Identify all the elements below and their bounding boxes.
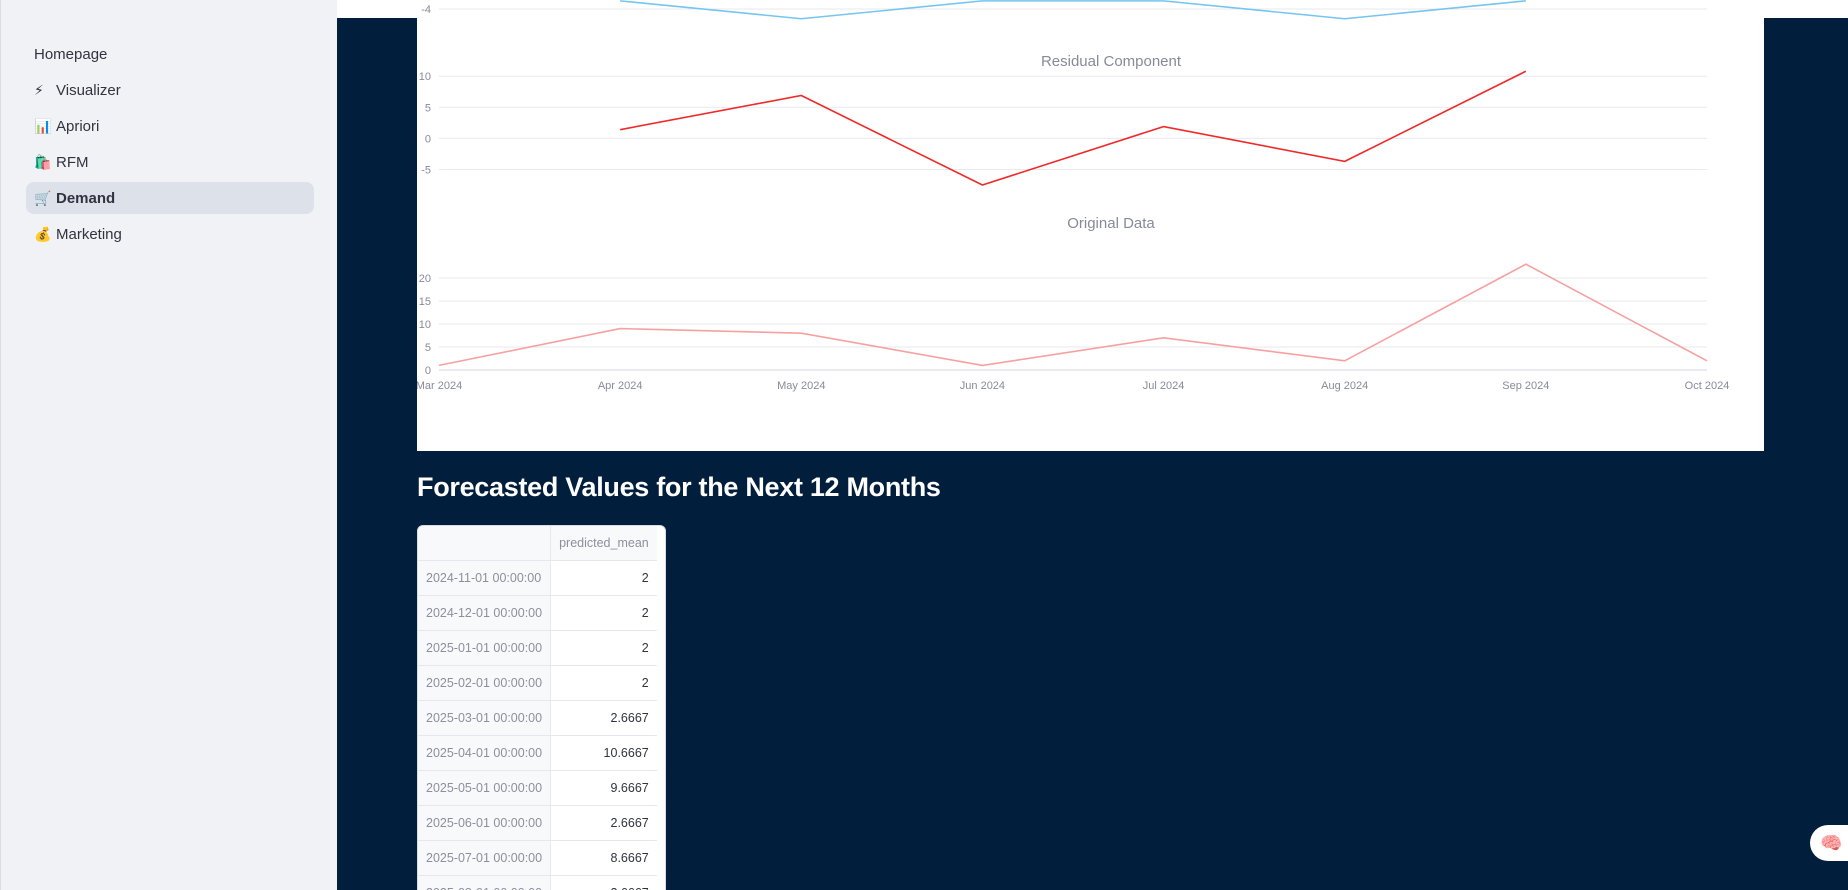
table-row[interactable]: 2025-04-01 00:00:00 10.6667 xyxy=(418,735,657,771)
brain-icon: 🧠 xyxy=(1820,832,1843,853)
sidebar-nav: Homepage ⚡ Visualizer 📊 Apriori 🛍️ RFM 🛒 Demand 💰… xyxy=(26,38,314,254)
y-tick-label: 5 xyxy=(425,102,431,114)
row-index-date: 2025-02-01 00:00:00 xyxy=(418,665,552,701)
forecast-table[interactable]: predicted_mean 2024-11-01 00:00:00 2 2024-… xyxy=(417,525,666,890)
sidebar-item-label: Demand xyxy=(56,189,116,207)
sidebar-item-label: Visualizer xyxy=(56,81,121,99)
y-tick-label: -5 xyxy=(421,164,431,176)
y-tick-label: 5 xyxy=(425,342,431,354)
sidebar-item-label: RFM xyxy=(56,153,89,171)
x-tick-label: Sep 2024 xyxy=(1502,380,1549,392)
decomposition-chart[interactable]: -4 Residual Component 10 5 0 -5 Original Data 2… xyxy=(417,0,1764,451)
row-predicted-mean: 2 xyxy=(550,560,657,596)
sidebar-item-marketing[interactable]: 💰 Marketing xyxy=(26,218,314,250)
table-row[interactable]: 2025-07-01 00:00:00 8.6667 xyxy=(418,840,657,876)
row-predicted-mean: 2 xyxy=(550,630,657,666)
column-header-predicted-mean[interactable]: predicted_mean xyxy=(550,526,657,561)
sidebar-item-rfm[interactable]: 🛍️ RFM xyxy=(26,146,314,178)
row-predicted-mean: 8.6667 xyxy=(550,840,657,876)
row-index-date: 2025-04-01 00:00:00 xyxy=(418,735,552,771)
row-index-date: 2025-07-01 00:00:00 xyxy=(418,840,552,876)
series-line xyxy=(619,70,1527,186)
sidebar-item-emoji-icon: 🛍️ xyxy=(34,153,52,170)
sidebar-item-emoji-icon: 💰 xyxy=(34,225,52,242)
x-tick-label: Oct 2024 xyxy=(1685,380,1730,392)
x-tick-label: Jul 2024 xyxy=(1143,380,1185,392)
sidebar-item-apriori[interactable]: 📊 Apriori xyxy=(26,110,314,142)
sidebar-item-label: Marketing xyxy=(56,225,122,243)
table-row[interactable]: 2025-06-01 00:00:00 2.6667 xyxy=(418,805,657,841)
sidebar: Homepage ⚡ Visualizer 📊 Apriori 🛍️ RFM 🛒 Demand 💰… xyxy=(0,0,337,890)
row-index-date: 2024-12-01 00:00:00 xyxy=(418,595,552,631)
chart-subtitle: Original Data xyxy=(1067,215,1155,232)
table-row[interactable]: 2025-05-01 00:00:00 9.6667 xyxy=(418,770,657,806)
x-tick-label: Aug 2024 xyxy=(1321,380,1368,392)
row-predicted-mean: 2.6667 xyxy=(550,805,657,841)
row-index-date: 2025-05-01 00:00:00 xyxy=(418,770,552,806)
sidebar-item-emoji-icon: 🛒 xyxy=(34,189,52,206)
y-tick-label: 15 xyxy=(419,296,431,308)
x-tick-label: May 2024 xyxy=(777,380,825,392)
table-row[interactable]: 2025-01-01 00:00:00 2 xyxy=(418,630,657,666)
x-tick-label: Mar 2024 xyxy=(417,380,462,392)
forecast-title: Forecasted Values for the Next 12 Months xyxy=(417,472,941,502)
y-tick-label: 10 xyxy=(419,319,431,331)
y-tick-label: 0 xyxy=(425,133,431,145)
main-content: -4 Residual Component 10 5 0 -5 Original Data 2… xyxy=(337,0,1848,890)
y-tick-label: -4 xyxy=(421,4,431,16)
sidebar-item-emoji-icon: 📊 xyxy=(34,117,52,134)
table-row[interactable]: 2025-03-01 00:00:00 2.6667 xyxy=(418,700,657,736)
chart-subtitle: Residual Component xyxy=(1041,53,1182,70)
row-index-date: 2025-08-01 00:00:00 xyxy=(418,875,552,890)
row-predicted-mean: 9.6667 xyxy=(550,770,657,806)
table-header-row: predicted_mean xyxy=(418,526,657,561)
table-row[interactable]: 2025-02-01 00:00:00 2 xyxy=(418,665,657,701)
index-header xyxy=(418,526,552,561)
row-predicted-mean: 2.6667 xyxy=(550,875,657,890)
table-row[interactable]: 2024-12-01 00:00:00 2 xyxy=(418,595,657,631)
row-index-date: 2024-11-01 00:00:00 xyxy=(418,560,552,596)
row-predicted-mean: 2.6667 xyxy=(550,700,657,736)
row-index-date: 2025-01-01 00:00:00 xyxy=(418,630,552,666)
y-tick-label: 20 xyxy=(419,273,431,285)
series-line xyxy=(620,0,1526,20)
row-index-date: 2025-06-01 00:00:00 xyxy=(418,805,552,841)
x-tick-label: Jun 2024 xyxy=(960,380,1005,392)
row-index-date: 2025-03-01 00:00:00 xyxy=(418,700,552,736)
y-tick-label: 10 xyxy=(419,71,431,83)
row-predicted-mean: 2 xyxy=(550,665,657,701)
series-line xyxy=(438,263,1708,367)
sidebar-item-demand[interactable]: 🛒 Demand xyxy=(26,182,314,214)
table-row[interactable]: 2025-08-01 00:00:002.6667 xyxy=(418,875,657,890)
sidebar-item-label: Apriori xyxy=(56,117,100,135)
sidebar-item-homepage[interactable]: Homepage xyxy=(26,38,314,70)
row-predicted-mean: 2 xyxy=(550,595,657,631)
row-predicted-mean: 10.6667 xyxy=(550,735,657,771)
sidebar-item-visualizer[interactable]: ⚡ Visualizer xyxy=(26,74,314,106)
table-row[interactable]: 2024-11-01 00:00:00 2 xyxy=(418,560,657,596)
sidebar-item-label: Homepage xyxy=(34,45,108,63)
x-tick-label: Apr 2024 xyxy=(598,380,643,392)
y-tick-label: 0 xyxy=(425,365,431,377)
chart-svg: -4 Residual Component 10 5 0 -5 Original Data 2… xyxy=(417,0,1730,392)
sidebar-item-emoji-icon: ⚡ xyxy=(34,81,44,98)
brain-icon-button[interactable]: 🧠 xyxy=(1810,825,1848,861)
